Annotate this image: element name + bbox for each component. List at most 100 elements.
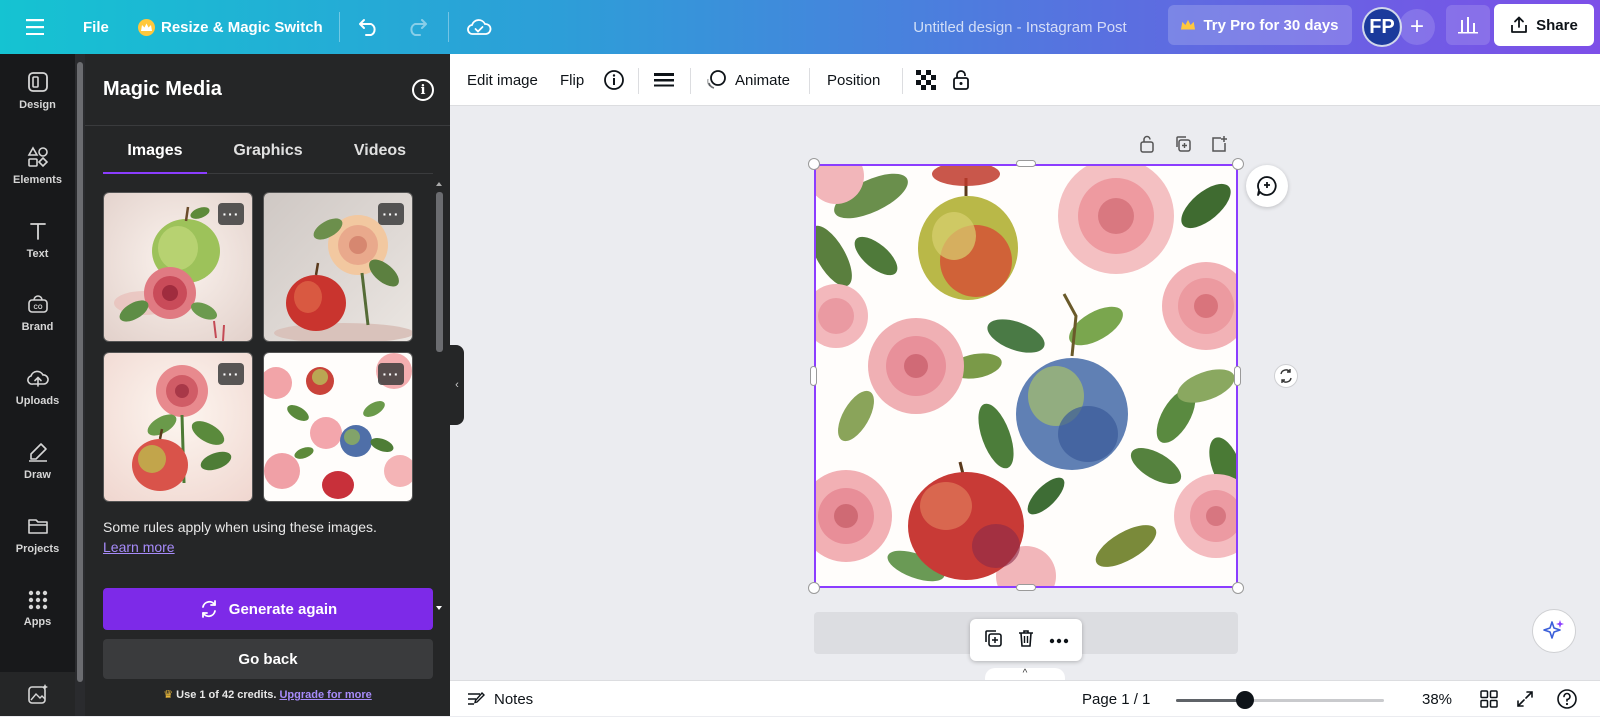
- generated-image-thumbnail[interactable]: ···: [103, 192, 253, 342]
- add-collaborator-button[interactable]: +: [1399, 9, 1435, 45]
- active-tab-indicator: [103, 172, 207, 174]
- generated-image-thumbnail[interactable]: ···: [103, 352, 253, 502]
- more-options-icon[interactable]: ···: [378, 203, 404, 225]
- rotate-handle[interactable]: [1274, 364, 1298, 388]
- avatar[interactable]: FP: [1362, 7, 1402, 47]
- resize-handle-bottom-left[interactable]: [808, 582, 820, 594]
- rail-label: Text: [26, 248, 49, 260]
- help-icon[interactable]: [1556, 681, 1578, 717]
- trash-icon[interactable]: [1016, 628, 1036, 653]
- elements-icon: [27, 146, 48, 168]
- more-options-icon[interactable]: ···: [218, 203, 244, 225]
- rail-item-draw[interactable]: Draw: [0, 426, 75, 496]
- rail-item-brand[interactable]: CO Brand: [0, 278, 75, 348]
- share-button[interactable]: Share: [1494, 4, 1594, 46]
- edit-image-button[interactable]: Edit image: [467, 54, 538, 106]
- design-canvas-image[interactable]: [814, 164, 1238, 588]
- go-back-button[interactable]: Go back: [103, 639, 433, 679]
- brand-icon: CO: [27, 295, 48, 313]
- rail-label: Projects: [15, 543, 60, 555]
- fullscreen-icon[interactable]: [1516, 681, 1534, 717]
- resize-handle-bottom-right[interactable]: [1232, 582, 1244, 594]
- bottom-bar: Notes Page 1 / 1 38%: [450, 680, 1600, 716]
- folder-icon: [27, 519, 48, 534]
- tab-videos[interactable]: Videos: [327, 142, 433, 172]
- add-comment-button[interactable]: [1246, 165, 1288, 207]
- magic-media-panel: Magic Media i Images Graphics Videos ···: [85, 54, 450, 716]
- rules-text: Some rules apply when using these images…: [103, 519, 377, 535]
- lock-page-icon[interactable]: [1138, 134, 1156, 156]
- tab-images[interactable]: Images: [103, 142, 207, 172]
- notes-button[interactable]: Notes: [466, 681, 533, 717]
- border-style-icon[interactable]: [654, 54, 674, 106]
- more-options-icon[interactable]: ···: [378, 363, 404, 385]
- pen-icon: [28, 443, 47, 462]
- animate-icon: [707, 70, 726, 89]
- insights-button[interactable]: [1446, 5, 1490, 45]
- zoom-level[interactable]: 38%: [1410, 681, 1464, 717]
- cloud-saved-icon[interactable]: [466, 0, 492, 54]
- panel-scrollbar-thumb[interactable]: [436, 192, 443, 352]
- menu-icon[interactable]: [26, 0, 46, 54]
- rail-item-text[interactable]: Text: [0, 205, 75, 275]
- rail-item-elements[interactable]: Elements: [0, 131, 75, 201]
- lock-icon[interactable]: [952, 54, 970, 106]
- rail-label: Apps: [23, 616, 52, 628]
- learn-more-link[interactable]: Learn more: [103, 539, 175, 555]
- divider: [638, 68, 639, 94]
- duplicate-page-icon[interactable]: [1174, 134, 1192, 156]
- rail-item-apps[interactable]: Apps: [0, 574, 75, 644]
- resize-handle-bottom[interactable]: [1016, 584, 1036, 591]
- resize-handle-top[interactable]: [1016, 160, 1036, 167]
- top-bar: File Resize & Magic Switch Untitled desi…: [0, 0, 1600, 54]
- duplicate-icon[interactable]: [983, 628, 1003, 653]
- notes-icon: [468, 691, 485, 705]
- upgrade-link[interactable]: Upgrade for more: [279, 689, 371, 701]
- undo-icon[interactable]: [358, 0, 380, 54]
- add-page-icon[interactable]: [1210, 134, 1228, 156]
- rail-item-uploads[interactable]: Uploads: [0, 352, 75, 422]
- divider: [448, 12, 449, 42]
- position-button[interactable]: Position: [827, 54, 880, 106]
- collapse-panel-button[interactable]: ‹: [450, 345, 464, 425]
- rail-label: Draw: [24, 469, 51, 481]
- usage-rules-text: Some rules apply when using these images…: [103, 517, 413, 557]
- page-actions: [1138, 134, 1228, 156]
- resize-handle-top-left[interactable]: [808, 158, 820, 170]
- page-indicator[interactable]: Page 1 / 1: [1082, 681, 1150, 717]
- more-icon[interactable]: [1049, 631, 1069, 649]
- rail-item-magic-media[interactable]: [0, 672, 75, 716]
- crown-icon: [1181, 19, 1196, 30]
- file-menu[interactable]: File: [83, 0, 109, 54]
- animate-button[interactable]: Animate: [705, 54, 790, 106]
- info-icon[interactable]: i: [412, 79, 434, 101]
- context-toolbar: Edit image Flip Animate Position: [450, 54, 1600, 106]
- tab-graphics[interactable]: Graphics: [213, 142, 323, 172]
- zoom-slider-knob[interactable]: [1235, 691, 1254, 709]
- magic-assistant-button[interactable]: [1532, 609, 1576, 653]
- redo-icon[interactable]: [406, 0, 428, 54]
- resize-magic-switch-button[interactable]: Resize & Magic Switch: [138, 0, 323, 54]
- info-icon[interactable]: [603, 54, 625, 106]
- rail-label: Design: [19, 99, 56, 111]
- rail-item-projects[interactable]: Projects: [0, 500, 75, 570]
- transparency-icon[interactable]: [916, 54, 936, 106]
- grid-view-icon[interactable]: [1480, 681, 1498, 717]
- generated-image-thumbnail[interactable]: ···: [263, 192, 413, 342]
- resize-handle-left[interactable]: [810, 366, 817, 386]
- design-title[interactable]: Untitled design - Instagram Post: [860, 0, 1180, 54]
- rail-item-design[interactable]: Design: [0, 56, 75, 126]
- flip-button[interactable]: Flip: [560, 54, 584, 106]
- rail-label: Brand: [21, 321, 54, 333]
- credits-note: ♛ Use 1 of 42 credits. Upgrade for more: [85, 688, 450, 701]
- generated-image-thumbnail[interactable]: ···: [263, 352, 413, 502]
- resize-handle-top-right[interactable]: [1232, 158, 1244, 170]
- resize-handle-right[interactable]: [1234, 366, 1241, 386]
- rail-scrollbar-thumb[interactable]: [77, 62, 83, 682]
- left-rail: Design Elements Text CO Brand Uploads Dr…: [0, 54, 75, 716]
- try-pro-button[interactable]: Try Pro for 30 days: [1168, 5, 1352, 45]
- more-options-icon[interactable]: ···: [218, 363, 244, 385]
- generate-again-button[interactable]: Generate again: [103, 588, 433, 630]
- apps-grid-icon: [28, 590, 47, 610]
- share-label: Share: [1536, 16, 1578, 34]
